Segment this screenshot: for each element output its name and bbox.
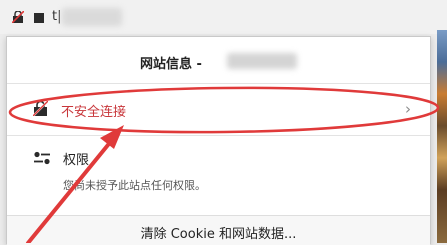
- popup-header: 网站信息 -: [7, 51, 430, 72]
- address-text[interactable]: t|: [52, 9, 61, 24]
- site-info-popup: 网站信息 - 不安全连接 › 权限 您尚未授予此站点任何权限。 清除 Cooki…: [6, 36, 431, 245]
- page-content-edge: [437, 30, 447, 243]
- insecure-lock-icon[interactable]: [12, 11, 24, 23]
- connection-status-label: 不安全连接: [61, 105, 127, 120]
- permissions-sliders-icon: [34, 151, 50, 165]
- permissions-title: 权限: [63, 153, 90, 168]
- insecure-lock-icon: [33, 101, 48, 116]
- permissions-header: 权限: [7, 147, 430, 169]
- clear-cookies-button[interactable]: 清除 Cookie 和网站数据...: [7, 215, 430, 245]
- permissions-description: 您尚未授予此站点任何权限。: [63, 179, 206, 192]
- divider: [7, 83, 430, 84]
- blurred-url: [62, 8, 122, 26]
- popup-title: 网站信息 -: [140, 57, 202, 72]
- clear-cookies-label: 清除 Cookie 和网站数据...: [140, 227, 297, 242]
- blurred-site-name: [227, 53, 297, 69]
- browser-tab-strip: t|: [0, 0, 447, 34]
- connection-security-row[interactable]: 不安全连接 ›: [7, 93, 430, 125]
- favicon-icon: [34, 13, 44, 23]
- divider: [7, 135, 430, 136]
- chevron-right-icon: ›: [405, 100, 411, 118]
